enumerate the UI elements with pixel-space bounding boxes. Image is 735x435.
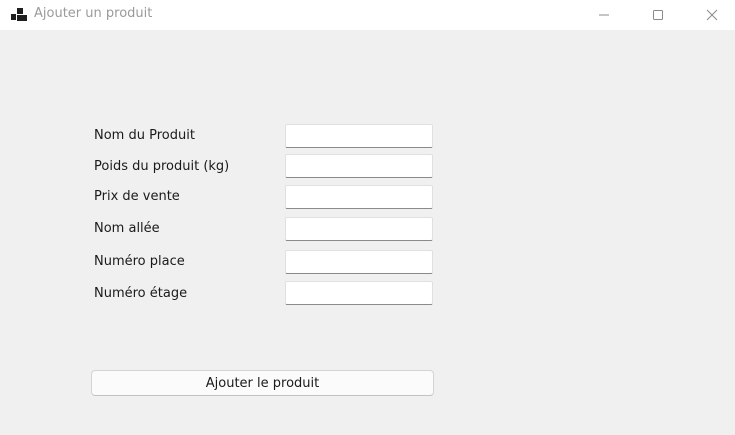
sale-price-input[interactable] <box>285 185 433 209</box>
product-weight-input[interactable] <box>285 154 433 178</box>
title-bar[interactable]: Ajouter un produit <box>0 0 735 30</box>
app-window-icon <box>11 7 27 21</box>
product-name-label: Nom du Produit <box>94 128 195 143</box>
close-icon <box>706 9 718 21</box>
floor-number-label: Numéro étage <box>94 286 188 301</box>
maximize-button[interactable] <box>635 0 681 30</box>
minimize-button[interactable] <box>581 0 627 30</box>
window-title: Ajouter un produit <box>34 6 153 21</box>
floor-number-input[interactable] <box>285 281 433 305</box>
maximize-icon <box>653 10 663 20</box>
product-weight-label: Poids du produit (kg) <box>94 159 230 174</box>
close-button[interactable] <box>689 0 735 30</box>
add-product-button[interactable]: Ajouter le produit <box>91 370 434 396</box>
place-number-input[interactable] <box>285 250 433 274</box>
sale-price-label: Prix de vente <box>94 189 180 204</box>
product-name-input[interactable] <box>285 124 433 148</box>
aisle-name-input[interactable] <box>285 217 433 241</box>
aisle-name-label: Nom allée <box>94 221 160 236</box>
minimize-icon <box>599 14 609 16</box>
place-number-label: Numéro place <box>94 254 185 269</box>
